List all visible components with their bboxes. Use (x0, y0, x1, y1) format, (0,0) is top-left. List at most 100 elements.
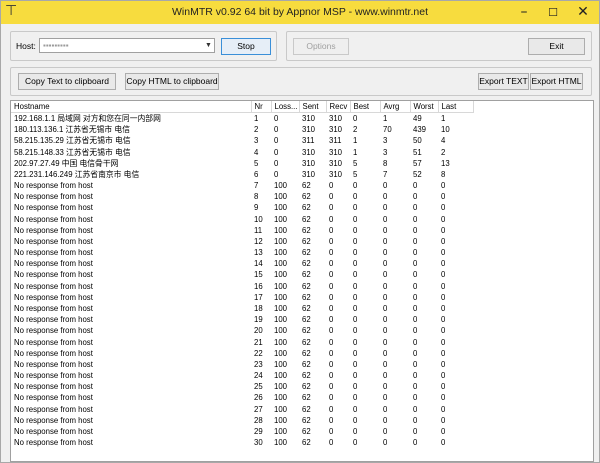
table-row[interactable]: No response from host 12 100 62 0 0 0 0 0 (11, 236, 473, 247)
host-combobox[interactable]: ▪▪▪▪▪▪▪▪▪ ▼ (39, 38, 215, 53)
column-header[interactable]: Worst (410, 101, 439, 113)
table-row[interactable]: No response from host 23 100 62 0 0 0 0 0 (11, 359, 473, 370)
table-cell: 62 (302, 214, 311, 224)
copy-text-button[interactable]: Copy Text to clipboard (18, 73, 116, 90)
exit-button[interactable]: Exit (528, 38, 585, 55)
table-cell: No response from host (14, 315, 93, 325)
table-cell: 0 (413, 426, 418, 436)
table-cell: No response from host (14, 371, 93, 381)
table-cell: 0 (353, 426, 358, 436)
table-row[interactable]: 192.168.1.1 局域网 对方和您在同一内部网 1 0 310 310 0 1 49 1 (11, 113, 473, 125)
table-row[interactable]: 202.97.27.49 中国 电信骨干网 5 0 310 310 5 8 57 13 (11, 158, 473, 169)
column-header[interactable]: Loss... (271, 101, 300, 113)
table-cell: No response from host (14, 382, 93, 392)
table-cell: 3 (254, 136, 259, 146)
table-cell: 9 (254, 203, 259, 213)
table-row[interactable]: No response from host 29 100 62 0 0 0 0 0 (11, 426, 473, 437)
table-cell: 0 (329, 426, 334, 436)
table-cell: 0 (383, 393, 388, 403)
table-cell: 0 (413, 359, 418, 369)
column-header[interactable]: Best (350, 101, 381, 113)
table-cell: 22 (254, 348, 263, 358)
table-cell: 1 (353, 136, 358, 146)
table-row[interactable]: No response from host 22 100 62 0 0 0 0 0 (11, 348, 473, 359)
column-header[interactable]: Hostname (11, 101, 252, 113)
table-cell: No response from host (14, 236, 93, 246)
table-cell: 180.113.136.1 江苏省无锡市 电信 (14, 125, 130, 135)
table-cell: 62 (302, 259, 311, 269)
stop-button[interactable]: Stop (221, 38, 271, 55)
table-cell: 310 (302, 169, 316, 179)
chevron-down-icon[interactable]: ▼ (203, 39, 214, 52)
table-row[interactable]: No response from host 10 100 62 0 0 0 0 0 (11, 214, 473, 225)
table-cell: 0 (353, 292, 358, 302)
table-row[interactable]: No response from host 16 100 62 0 0 0 0 0 (11, 281, 473, 292)
table-row[interactable]: No response from host 25 100 62 0 0 0 0 0 (11, 381, 473, 392)
table-cell: No response from host (14, 304, 93, 313)
column-header[interactable]: Sent (299, 101, 327, 113)
table-cell: 25 (254, 382, 263, 392)
table-row[interactable]: No response from host 7 100 62 0 0 0 0 0 (11, 180, 473, 191)
table-row[interactable]: 58.215.135.29 江苏省无锡市 电信 3 0 311 311 1 3 50 4 (11, 135, 473, 146)
table-row[interactable]: No response from host 13 100 62 0 0 0 0 0 (11, 247, 473, 258)
table-row[interactable]: 58.215.148.33 江苏省无锡市 电信 4 0 310 310 1 3 51 2 (11, 147, 473, 158)
table-row[interactable]: No response from host 30 100 62 0 0 0 0 0 (11, 437, 473, 448)
table-cell: 0 (441, 371, 446, 381)
table-row[interactable]: No response from host 24 100 62 0 0 0 0 0 (11, 370, 473, 381)
table-row[interactable]: No response from host 28 100 62 0 0 0 0 0 (11, 415, 473, 426)
maximize-icon[interactable]: ☐ (539, 1, 567, 24)
table-cell: 0 (329, 203, 334, 213)
table-row[interactable]: No response from host 21 100 62 0 0 0 0 0 (11, 336, 473, 347)
column-header[interactable]: Recv (326, 101, 351, 113)
table-cell: 0 (353, 348, 358, 358)
table-cell: 0 (329, 270, 334, 280)
table-cell: No response from host (14, 337, 93, 347)
options-button[interactable]: Options (293, 38, 349, 55)
table-cell: 0 (441, 192, 446, 202)
table-cell: 0 (383, 415, 388, 425)
table-cell: 4 (441, 136, 446, 146)
table-cell: 0 (353, 304, 358, 313)
table-row[interactable]: No response from host 27 100 62 0 0 0 0 0 (11, 403, 473, 414)
table-cell: 0 (353, 438, 358, 448)
table-row[interactable]: No response from host 18 100 62 0 0 0 0 0 (11, 303, 473, 314)
table-cell: 51 (413, 147, 422, 157)
table-cell: 0 (441, 292, 446, 302)
table-cell: 0 (353, 203, 358, 213)
table-row[interactable]: No response from host 8 100 62 0 0 0 0 0 (11, 191, 473, 202)
title-bar[interactable]: ⊤ WinMTR v0.92 64 bit by Appnor MSP - ww… (1, 1, 599, 24)
table-cell: 0 (441, 438, 446, 448)
table-cell: 100 (274, 270, 288, 280)
table-cell: 0 (383, 371, 388, 381)
column-header[interactable]: Nr (251, 101, 272, 113)
table-cell: 52 (413, 169, 422, 179)
close-icon[interactable]: ✕ (567, 1, 599, 24)
table-row[interactable]: 221.231.146.249 江苏省南京市 电信 6 0 310 310 5 7 52 8 (11, 169, 473, 180)
table-cell: 1 (441, 114, 446, 124)
minimize-icon[interactable]: – (509, 1, 539, 24)
export-text-button[interactable]: Export TEXT (478, 73, 529, 90)
column-header[interactable]: Last (438, 101, 474, 113)
table-cell: 0 (353, 236, 358, 246)
copy-html-button[interactable]: Copy HTML to clipboard (125, 73, 219, 90)
table-row[interactable]: No response from host 20 100 62 0 0 0 0 0 (11, 325, 473, 336)
column-header[interactable]: Avrg (380, 101, 411, 113)
table-cell: 62 (302, 382, 311, 392)
table-row[interactable]: No response from host 17 100 62 0 0 0 0 0 (11, 292, 473, 303)
table-row[interactable]: No response from host 9 100 62 0 0 0 0 0 (11, 202, 473, 213)
table-cell: 0 (329, 304, 334, 313)
table-row[interactable]: No response from host 15 100 62 0 0 0 0 0 (11, 269, 473, 280)
table-cell: 0 (441, 248, 446, 258)
export-html-button[interactable]: Export HTML (530, 73, 583, 90)
table-row[interactable]: No response from host 19 100 62 0 0 0 0 0 (11, 314, 473, 325)
table-row[interactable]: 180.113.136.1 江苏省无锡市 电信 2 0 310 310 2 70 439 10 (11, 124, 473, 135)
results-table[interactable]: Hostname Nr Loss... Sent Recv Best Avrg … (10, 100, 594, 462)
table-cell: 8 (441, 169, 446, 179)
table-cell: 0 (441, 315, 446, 325)
table-cell: 0 (329, 348, 334, 358)
table-cell: 311 (302, 136, 315, 146)
table-cell: 221.231.146.249 江苏省南京市 电信 (14, 169, 140, 179)
table-row[interactable]: No response from host 26 100 62 0 0 0 0 0 (11, 392, 473, 403)
table-row[interactable]: No response from host 14 100 62 0 0 0 0 0 (11, 258, 473, 269)
table-row[interactable]: No response from host 11 100 62 0 0 0 0 0 (11, 225, 473, 236)
